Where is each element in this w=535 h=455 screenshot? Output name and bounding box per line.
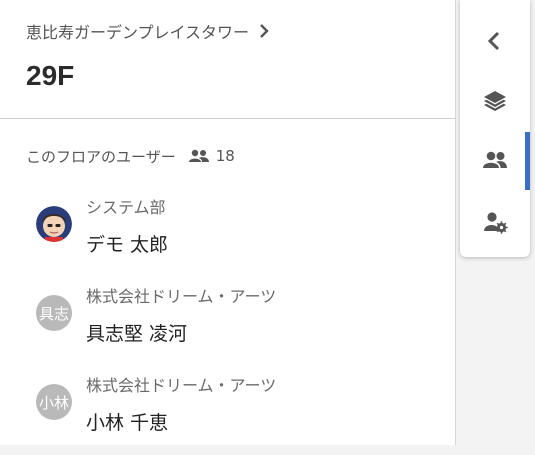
user-name: 小林 千恵 [86,412,169,434]
side-panel: 恵比寿ガーデンプレイスタワー 29F このフロアのユーザー 18 システム部 デ… [0,0,456,445]
users-section-title: このフロアのユーザー 18 [26,145,235,167]
building-name: 恵比寿ガーデンプレイスタワー [26,23,250,42]
user-item[interactable]: 小林 株式会社ドリーム・アーツ 小林 千恵 [0,366,455,455]
section-title-text: このフロアのユーザー [26,147,176,166]
avatar: 小林 [36,384,72,420]
chevron-left-icon [487,31,500,51]
avatar: 具志 [36,295,72,331]
layers-button[interactable] [460,72,530,130]
floor-label: 29F [26,60,75,91]
user-name: 具志堅 凌河 [86,323,188,345]
avatar [36,206,72,242]
user-settings-icon [484,212,508,234]
collapse-button[interactable] [460,12,530,70]
group-icon [188,149,209,162]
layers-icon [484,91,506,111]
user-item[interactable]: システム部 デモ 太郎 [0,188,455,277]
chevron-right-icon [260,24,269,38]
user-department: 株式会社ドリーム・アーツ [86,376,277,395]
user-list: システム部 デモ 太郎 具志 株式会社ドリーム・アーツ 具志堅 凌河 小林 株式… [0,188,455,455]
avatar-illustration [36,206,72,242]
panel-header: 恵比寿ガーデンプレイスタワー 29F [0,0,455,119]
user-name: デモ 太郎 [86,234,169,256]
user-department: 株式会社ドリーム・アーツ [86,287,277,306]
tool-rail [460,0,530,257]
users-button[interactable] [460,131,530,190]
group-icon [483,151,507,168]
user-department: システム部 [86,198,166,217]
user-count: 18 [215,147,235,165]
user-count-badge: 18 [188,147,235,165]
building-link[interactable]: 恵比寿ガーデンプレイスタワー [26,20,271,42]
user-settings-button[interactable] [460,193,530,251]
user-item[interactable]: 具志 株式会社ドリーム・アーツ 具志堅 凌河 [0,277,455,366]
